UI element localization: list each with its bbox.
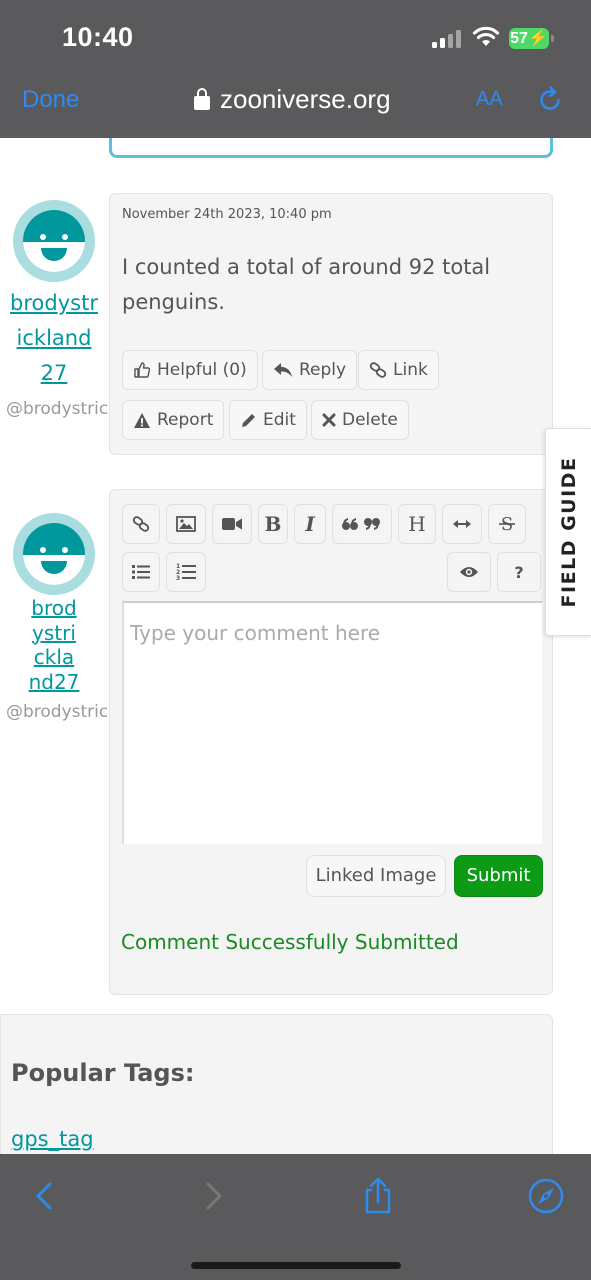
help-button[interactable]: ? — [497, 552, 541, 592]
report-button[interactable]: Report — [122, 400, 225, 440]
url-text: zooniverse.org — [220, 84, 391, 114]
previous-comment-box — [109, 138, 553, 158]
username-line: ystri — [32, 620, 76, 645]
comment-composer: B I H S 123 ? Type your comment here Lin… — [109, 489, 553, 995]
success-message: Comment Successfully Submitted — [121, 930, 459, 954]
battery-icon: 57⚡ — [509, 28, 554, 49]
insert-image-button[interactable] — [166, 504, 206, 544]
field-guide-tab[interactable]: FIELD GUIDE — [545, 428, 591, 636]
quote-icon — [342, 518, 380, 530]
edit-button[interactable]: Edit — [229, 400, 307, 440]
popular-tags-panel: Popular Tags: gps_tag — [0, 1014, 553, 1154]
comment-card: November 24th 2023, 10:40 pm I counted a… — [109, 193, 553, 455]
reply-label: Reply — [299, 360, 347, 380]
comment-body: I counted a total of around 92 total pen… — [122, 255, 491, 314]
svg-text:3: 3 — [176, 575, 180, 581]
horizontal-rule-button[interactable] — [442, 504, 482, 544]
image-icon — [176, 516, 196, 532]
bullet-list-button[interactable] — [122, 552, 160, 592]
arrows-horizontal-icon — [453, 520, 471, 528]
comment-author-link[interactable]: brodystr ickland 27 — [0, 286, 108, 391]
bold-button[interactable]: B — [258, 504, 288, 544]
text-size-label: AA — [476, 88, 503, 110]
address-bar[interactable]: zooniverse.org — [194, 84, 391, 115]
link-button[interactable]: Link — [358, 350, 439, 390]
avatar[interactable] — [13, 513, 95, 595]
username-line: ckla — [33, 645, 75, 669]
lock-icon — [194, 87, 210, 110]
submit-button[interactable]: Submit — [454, 855, 543, 897]
back-icon[interactable] — [24, 1176, 64, 1216]
avatar[interactable] — [13, 200, 95, 282]
username-line: ickland — [16, 326, 92, 350]
compass-icon[interactable] — [526, 1176, 566, 1216]
battery-level: 57 — [510, 30, 528, 47]
report-label: Report — [157, 410, 214, 430]
bold-label: B — [264, 512, 282, 536]
popular-tags-heading: Popular Tags: — [11, 1059, 195, 1087]
text-size-button[interactable]: AA — [476, 88, 503, 111]
comment-placeholder: Type your comment here — [130, 621, 381, 645]
italic-button[interactable]: I — [294, 504, 326, 544]
browser-top-bar: 10:40 57⚡ Done zooniverse.org AA — [0, 0, 591, 138]
preview-button[interactable] — [447, 552, 491, 592]
forward-icon[interactable] — [194, 1176, 234, 1216]
heading-label: H — [408, 512, 426, 536]
comment-timestamp: November 24th 2023, 10:40 pm — [122, 207, 332, 222]
composer-author-handle: @brodystrickland27 — [6, 702, 110, 722]
page-content: brodystr ickland 27 @brodystrickland27 N… — [0, 138, 591, 1154]
username-line: 27 — [40, 361, 68, 385]
browser-bottom-bar — [0, 1154, 591, 1280]
username-line: brod — [31, 596, 77, 620]
reload-icon[interactable] — [536, 86, 564, 114]
link-icon — [369, 362, 387, 378]
done-button[interactable]: Done — [22, 86, 79, 114]
thumbs-up-icon — [134, 362, 151, 378]
reply-button[interactable]: Reply — [262, 350, 358, 390]
wifi-icon — [472, 26, 500, 46]
username-line: nd27 — [28, 669, 80, 694]
numbered-list-icon: 123 — [176, 563, 196, 581]
video-icon — [222, 518, 242, 530]
composer-author-link[interactable]: brod ystri ckla nd27 — [8, 596, 100, 694]
username-line: brodystr — [10, 291, 98, 315]
reply-icon — [274, 363, 292, 377]
status-time: 10:40 — [62, 22, 134, 52]
eye-icon — [460, 567, 478, 577]
blockquote-button[interactable] — [332, 504, 392, 544]
link-icon — [132, 516, 150, 532]
tag-link[interactable]: gps_tag — [11, 1127, 94, 1151]
insert-video-button[interactable] — [212, 504, 252, 544]
delete-button[interactable]: Delete — [311, 400, 409, 440]
link-label: Link — [393, 360, 428, 380]
share-icon[interactable] — [358, 1176, 398, 1216]
home-indicator — [191, 1262, 401, 1269]
delete-label: Delete — [342, 410, 398, 430]
helpful-label: Helpful (0) — [157, 360, 247, 380]
numbered-list-button[interactable]: 123 — [166, 552, 206, 592]
close-icon — [322, 413, 336, 427]
warning-icon — [134, 412, 150, 428]
strikethrough-button[interactable]: S — [488, 504, 526, 544]
italic-label: I — [305, 512, 315, 536]
linked-image-button[interactable]: Linked Image — [306, 855, 446, 897]
comment-textarea[interactable]: Type your comment here — [122, 601, 542, 844]
bullet-list-icon — [132, 565, 150, 579]
strikethrough-icon: S — [499, 514, 515, 534]
help-label: ? — [514, 562, 524, 582]
insert-link-button[interactable] — [122, 504, 160, 544]
field-guide-label: FIELD GUIDE — [557, 456, 580, 608]
cellular-signal-icon — [432, 30, 462, 48]
edit-label: Edit — [263, 410, 296, 430]
heading-button[interactable]: H — [398, 504, 436, 544]
helpful-button[interactable]: Helpful (0) — [122, 350, 258, 390]
pencil-icon — [242, 413, 255, 427]
comment-author-handle: @brodystrickland27 — [6, 399, 110, 419]
